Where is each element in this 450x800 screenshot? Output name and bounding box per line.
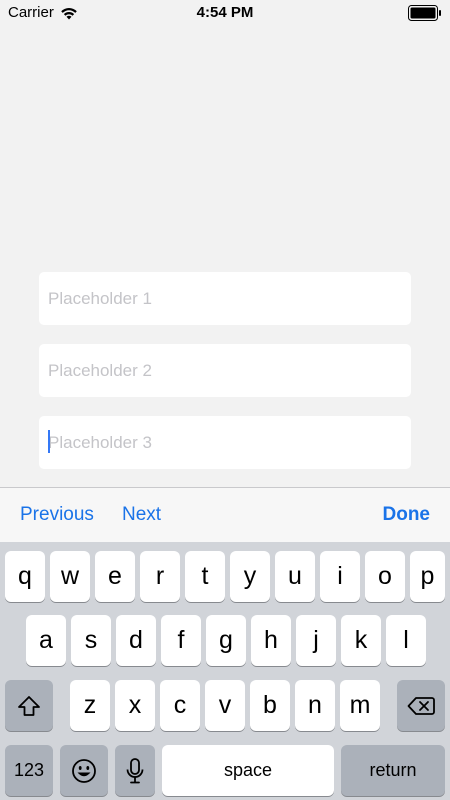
keyboard: q w e r t y u i o p a s d f g h j k l z … [0,542,450,800]
text-cursor [48,430,50,453]
emoji-key[interactable] [60,745,108,796]
key-m[interactable]: m [340,680,380,731]
key-y[interactable]: y [230,551,270,602]
emoji-icon [72,758,96,783]
key-v[interactable]: v [205,680,245,731]
space-key[interactable]: space [162,745,334,796]
delete-key[interactable] [397,680,445,731]
key-n[interactable]: n [295,680,335,731]
key-r[interactable]: r [140,551,180,602]
key-a[interactable]: a [26,615,66,666]
screen: Carrier 4:54 PM Previous Next Done q [0,0,450,800]
key-i[interactable]: i [320,551,360,602]
text-field-1[interactable] [39,272,411,325]
key-d[interactable]: d [116,615,156,666]
text-field-1-input[interactable] [48,288,411,309]
battery-icon [408,5,441,21]
delete-icon [407,696,435,715]
keyboard-toolbar: Previous Next Done [0,487,450,542]
key-c[interactable]: c [160,680,200,731]
key-o[interactable]: o [365,551,405,602]
key-x[interactable]: x [115,680,155,731]
key-f[interactable]: f [161,615,201,666]
text-field-2[interactable] [39,344,411,397]
numbers-key[interactable]: 123 [5,745,53,796]
return-key[interactable]: return [341,745,445,796]
key-e[interactable]: e [95,551,135,602]
key-w[interactable]: w [50,551,90,602]
next-button[interactable]: Next [122,504,161,526]
key-z[interactable]: z [70,680,110,731]
text-field-3[interactable] [39,416,411,469]
key-k[interactable]: k [341,615,381,666]
key-l[interactable]: l [386,615,426,666]
text-field-3-input[interactable] [48,432,411,453]
status-time: 4:54 PM [196,4,254,21]
key-h[interactable]: h [251,615,291,666]
microphone-icon [126,757,144,783]
key-t[interactable]: t [185,551,225,602]
key-p[interactable]: p [410,551,445,602]
done-button[interactable]: Done [383,504,431,526]
key-s[interactable]: s [71,615,111,666]
key-j[interactable]: j [296,615,336,666]
key-b[interactable]: b [250,680,290,731]
text-field-2-input[interactable] [48,360,411,381]
status-bar: Carrier 4:54 PM [0,0,450,26]
key-q[interactable]: q [5,551,45,602]
previous-button[interactable]: Previous [20,504,94,526]
key-u[interactable]: u [275,551,315,602]
shift-key[interactable] [5,680,53,731]
shift-icon [18,695,40,716]
dictation-key[interactable] [115,745,155,796]
key-g[interactable]: g [206,615,246,666]
